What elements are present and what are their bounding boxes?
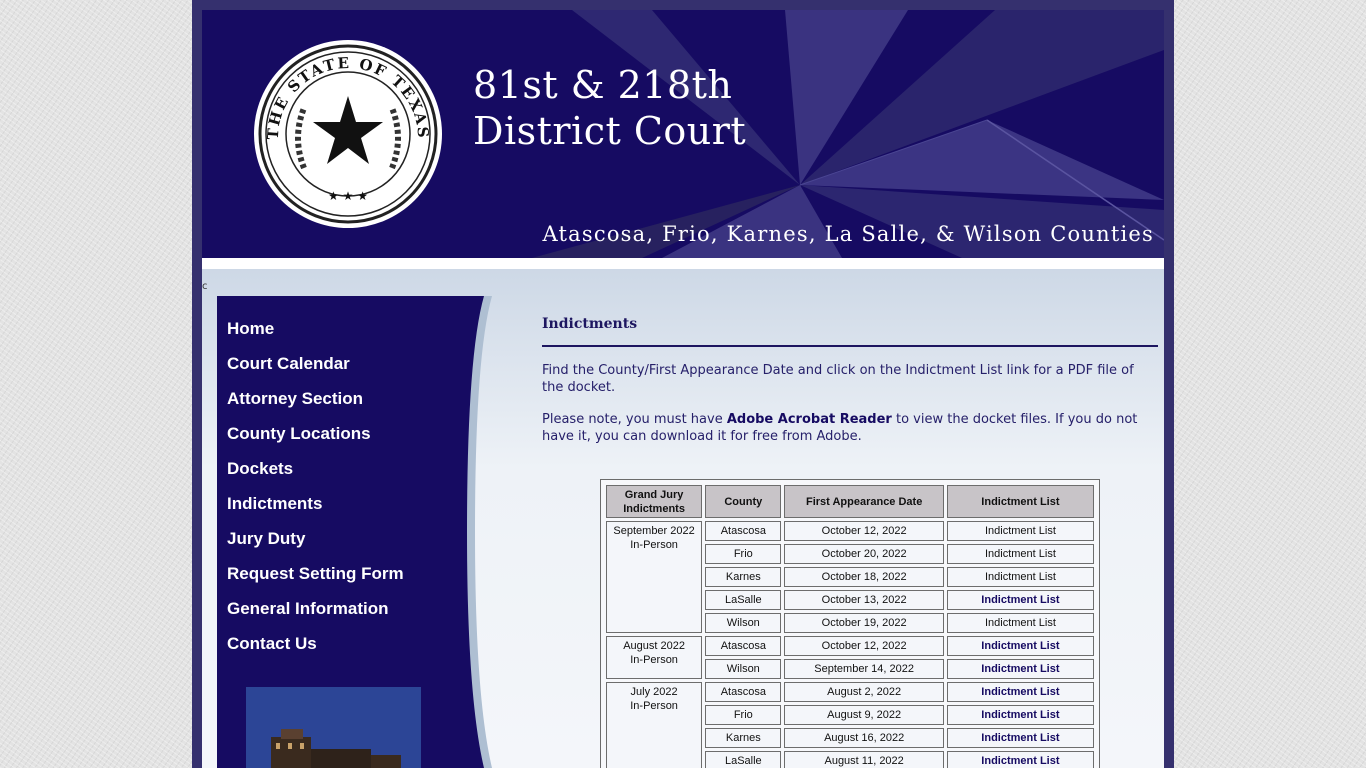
table-header-row: Grand Jury Indictments County First Appe… xyxy=(606,485,1094,518)
indictment-list-link[interactable]: Indictment List xyxy=(946,636,1094,656)
courthouse-photo xyxy=(246,687,421,768)
nav-item-county-locations[interactable]: County Locations xyxy=(227,423,404,458)
first-appearance-date-cell: August 11, 2022 xyxy=(784,751,944,768)
grand-jury-mode: In-Person xyxy=(630,700,678,712)
first-appearance-date-cell: October 18, 2022 xyxy=(784,567,944,587)
grand-jury-month: July 2022 xyxy=(630,686,678,698)
stray-text: c xyxy=(202,281,208,292)
header-county: County xyxy=(705,485,782,518)
county-cell: Karnes xyxy=(705,567,782,587)
texas-seal-logo: THE STATE OF TEXAS ★ ★ ★ xyxy=(254,40,442,228)
indictments-table-container: Grand Jury Indictments County First Appe… xyxy=(600,479,1100,768)
indictments-table: Grand Jury Indictments County First Appe… xyxy=(603,482,1097,768)
adobe-acrobat-link[interactable]: Adobe Acrobat Reader xyxy=(727,412,892,427)
indictment-list-link[interactable]: Indictment List xyxy=(946,728,1094,748)
indictment-list-link[interactable]: Indictment List xyxy=(946,613,1094,633)
first-appearance-date-cell: October 12, 2022 xyxy=(784,636,944,656)
first-appearance-date-cell: August 2, 2022 xyxy=(784,682,944,702)
nav-item-indictments[interactable]: Indictments xyxy=(227,493,404,528)
acrobat-note-before: Please note, you must have xyxy=(542,412,727,427)
table-row: July 2022 In-Person Atascosa August 2, 2022… xyxy=(606,682,1094,768)
county-cell: Frio xyxy=(705,705,782,725)
grand-jury-period: August 2022 In-Person xyxy=(606,636,703,679)
first-appearance-date-cell: October 19, 2022 xyxy=(784,613,944,633)
grand-jury-mode: In-Person xyxy=(630,539,678,551)
nav-item-court-calendar[interactable]: Court Calendar xyxy=(227,353,404,388)
county-cell: Wilson xyxy=(705,659,782,679)
county-cell: Wilson xyxy=(705,613,782,633)
nav-item-contact-us[interactable]: Contact Us xyxy=(227,633,404,668)
first-appearance-date-cell: October 13, 2022 xyxy=(784,590,944,610)
indictment-list-link[interactable]: Indictment List xyxy=(946,544,1094,564)
court-title-line1: 81st & 218th xyxy=(473,63,733,107)
indictment-list-link[interactable]: Indictment List xyxy=(946,521,1094,541)
table-row: September 2022 In-Person Atascosa October 1… xyxy=(606,521,1094,633)
grand-jury-period: September 2022 In-Person xyxy=(606,521,703,633)
header-grand-jury: Grand Jury Indictments xyxy=(606,485,703,518)
court-title-line2: District Court xyxy=(473,109,747,153)
grand-jury-period: July 2022 In-Person xyxy=(606,682,703,768)
main-nav: Home Court Calendar Attorney Section County… xyxy=(227,318,404,668)
page-title: Indictments xyxy=(542,316,1158,347)
header-banner: THE STATE OF TEXAS ★ ★ ★ 81st & 218th Di… xyxy=(202,10,1164,258)
header-first-appearance: First Appearance Date xyxy=(784,485,944,518)
grand-jury-month: September 2022 xyxy=(613,525,695,537)
header-indictment-list: Indictment List xyxy=(946,485,1094,518)
indictment-list-link[interactable]: Indictment List xyxy=(946,705,1094,725)
indictment-list-link[interactable]: Indictment List xyxy=(946,590,1094,610)
grand-jury-month: August 2022 xyxy=(623,640,685,652)
nav-item-jury-duty[interactable]: Jury Duty xyxy=(227,528,404,563)
indictment-list-link[interactable]: Indictment List xyxy=(946,751,1094,768)
table-body: September 2022 In-Person Atascosa October 1… xyxy=(606,521,1094,768)
table-row: August 2022 In-Person Atascosa October 12, … xyxy=(606,636,1094,679)
county-cell: Atascosa xyxy=(705,682,782,702)
sidebar: Home Court Calendar Attorney Section County… xyxy=(217,296,492,768)
first-appearance-date-cell: August 16, 2022 xyxy=(784,728,944,748)
nav-item-general-information[interactable]: General Information xyxy=(227,598,404,633)
page-frame: THE STATE OF TEXAS ★ ★ ★ 81st & 218th Di… xyxy=(192,0,1174,768)
divider-strip xyxy=(202,258,1164,269)
first-appearance-date-cell: October 12, 2022 xyxy=(784,521,944,541)
main-content: Indictments Find the County/First Appear… xyxy=(542,316,1158,445)
first-appearance-date-cell: August 9, 2022 xyxy=(784,705,944,725)
county-cell: Atascosa xyxy=(705,636,782,656)
nav-item-dockets[interactable]: Dockets xyxy=(227,458,404,493)
counties-subtitle: Atascosa, Frio, Karnes, La Salle, & Wils… xyxy=(542,222,1154,246)
nav-item-home[interactable]: Home xyxy=(227,318,404,353)
nav-item-request-setting-form[interactable]: Request Setting Form xyxy=(227,563,404,598)
svg-text:★ ★ ★: ★ ★ ★ xyxy=(328,189,368,203)
acrobat-note: Please note, you must have Adobe Acrobat… xyxy=(542,411,1158,445)
indictment-list-link[interactable]: Indictment List xyxy=(946,659,1094,679)
indictment-list-link[interactable]: Indictment List xyxy=(946,567,1094,587)
court-title: 81st & 218th District Court xyxy=(473,62,746,154)
county-cell: LaSalle xyxy=(705,590,782,610)
intro-paragraph: Find the County/First Appearance Date an… xyxy=(542,363,1134,395)
county-cell: Frio xyxy=(705,544,782,564)
content-area: c Home Court Calendar Attorney Section Coun… xyxy=(202,269,1164,768)
nav-item-attorney-section[interactable]: Attorney Section xyxy=(227,388,404,423)
first-appearance-date-cell: October 20, 2022 xyxy=(784,544,944,564)
indictment-list-link[interactable]: Indictment List xyxy=(946,682,1094,702)
county-cell: Karnes xyxy=(705,728,782,748)
county-cell: Atascosa xyxy=(705,521,782,541)
county-cell: LaSalle xyxy=(705,751,782,768)
courthouse-image xyxy=(246,687,421,768)
first-appearance-date-cell: September 14, 2022 xyxy=(784,659,944,679)
grand-jury-mode: In-Person xyxy=(630,654,678,666)
